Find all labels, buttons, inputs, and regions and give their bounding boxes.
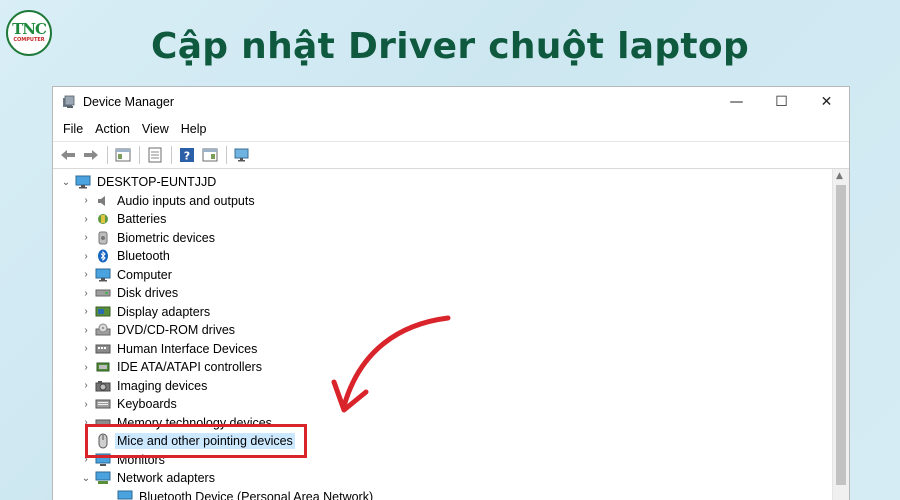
tree-item-network[interactable]: ⌄ Network adapters (53, 469, 832, 488)
camera-icon (95, 378, 111, 394)
tree-root-label: DESKTOP-EUNTJJD (97, 175, 217, 190)
ide-controller-icon (95, 359, 111, 375)
tree-item-biometric[interactable]: › Biometric devices (53, 229, 832, 248)
chevron-right-icon[interactable]: › (79, 249, 93, 263)
forward-arrow-icon[interactable] (80, 144, 102, 166)
network-adapter-icon (95, 470, 111, 486)
chevron-right-icon[interactable]: › (79, 342, 93, 356)
tree-item-audio[interactable]: › Audio inputs and outputs (53, 192, 832, 211)
scroll-up-icon[interactable]: ▲ (836, 171, 843, 181)
chevron-down-icon[interactable]: ⌄ (79, 471, 93, 485)
computer-icon (75, 174, 91, 190)
tree-root[interactable]: ⌄ DESKTOP-EUNTJJD (53, 173, 832, 192)
menu-help[interactable]: Help (175, 122, 213, 136)
menu-bar: File Action View Help (53, 117, 849, 141)
menu-view[interactable]: View (136, 122, 175, 136)
properties-icon[interactable] (112, 144, 134, 166)
tree-item-disk-drives[interactable]: › Disk drives (53, 284, 832, 303)
computer-icon (95, 267, 111, 283)
close-button[interactable]: ✕ (804, 87, 849, 117)
chevron-right-icon[interactable]: › (79, 194, 93, 208)
tree-item-label: Display adapters (117, 304, 211, 319)
help-icon[interactable]: ? (176, 144, 198, 166)
hid-icon (95, 341, 111, 357)
toolbar-separator (139, 146, 140, 164)
chevron-right-icon[interactable]: › (79, 212, 93, 226)
display-adapter-icon (95, 304, 111, 320)
tree-item-label: Bluetooth (117, 249, 170, 264)
toolbar: ? (53, 141, 849, 169)
maximize-button[interactable]: ☐ (759, 87, 804, 117)
minimize-button[interactable]: — (714, 87, 759, 117)
scrollbar-thumb[interactable] (836, 185, 846, 485)
device-manager-icon (61, 94, 77, 110)
highlight-box (85, 424, 307, 458)
update-driver-icon[interactable] (199, 144, 221, 166)
chevron-right-icon[interactable]: › (79, 231, 93, 245)
battery-icon (95, 211, 111, 227)
chevron-right-icon[interactable]: › (79, 305, 93, 319)
chevron-down-icon[interactable]: ⌄ (59, 175, 73, 189)
toolbar-separator (107, 146, 108, 164)
toolbar-separator (171, 146, 172, 164)
svg-text:?: ? (184, 150, 190, 163)
tree-item-label: IDE ATA/ATAPI controllers (117, 360, 262, 375)
back-arrow-icon[interactable] (57, 144, 79, 166)
chevron-right-icon[interactable]: › (79, 397, 93, 411)
tree-item-label: Batteries (117, 212, 167, 227)
red-arrow-annotation (331, 315, 451, 413)
chevron-right-icon[interactable]: › (79, 379, 93, 393)
disk-drive-icon (95, 285, 111, 301)
title-bar: Device Manager — ☐ ✕ (53, 87, 849, 117)
tree-item-label: Audio inputs and outputs (117, 193, 255, 208)
keyboard-icon (95, 396, 111, 412)
tree-item-label: Network adapters (117, 471, 215, 486)
menu-action[interactable]: Action (89, 122, 136, 136)
speaker-icon (95, 193, 111, 209)
tree-item-bluetooth[interactable]: › Bluetooth (53, 247, 832, 266)
dvd-drive-icon (95, 322, 111, 338)
menu-file[interactable]: File (57, 122, 89, 136)
tree-item-label: Computer (117, 267, 172, 282)
network-adapter-icon (117, 489, 133, 500)
tree-item-batteries[interactable]: › Batteries (53, 210, 832, 229)
bluetooth-icon (95, 248, 111, 264)
toolbar-separator (226, 146, 227, 164)
tree-item-label: Human Interface Devices (117, 341, 258, 356)
tree-item-label: Keyboards (117, 397, 177, 412)
monitor-scan-icon[interactable] (231, 144, 253, 166)
biometric-icon (95, 230, 111, 246)
tree-item-label: DVD/CD-ROM drives (117, 323, 236, 338)
tree-item-label: Disk drives (117, 286, 179, 301)
tree-item-computer[interactable]: › Computer (53, 266, 832, 285)
chevron-right-icon[interactable]: › (79, 360, 93, 374)
window-title: Device Manager (83, 95, 175, 109)
tree-item-bluetooth-pan[interactable]: Bluetooth Device (Personal Area Network) (53, 488, 832, 500)
tree-item-label: Imaging devices (117, 378, 208, 393)
tree-item-label: Biometric devices (117, 230, 215, 245)
vertical-scrollbar[interactable]: ▲ (832, 169, 849, 500)
tree-item-label: Bluetooth Device (Personal Area Network) (139, 489, 374, 500)
list-icon[interactable] (144, 144, 166, 166)
chevron-right-icon[interactable]: › (79, 268, 93, 282)
chevron-right-icon[interactable]: › (79, 286, 93, 300)
banner-title: Cập nhật Driver chuột laptop (150, 26, 750, 67)
chevron-right-icon[interactable]: › (79, 323, 93, 337)
